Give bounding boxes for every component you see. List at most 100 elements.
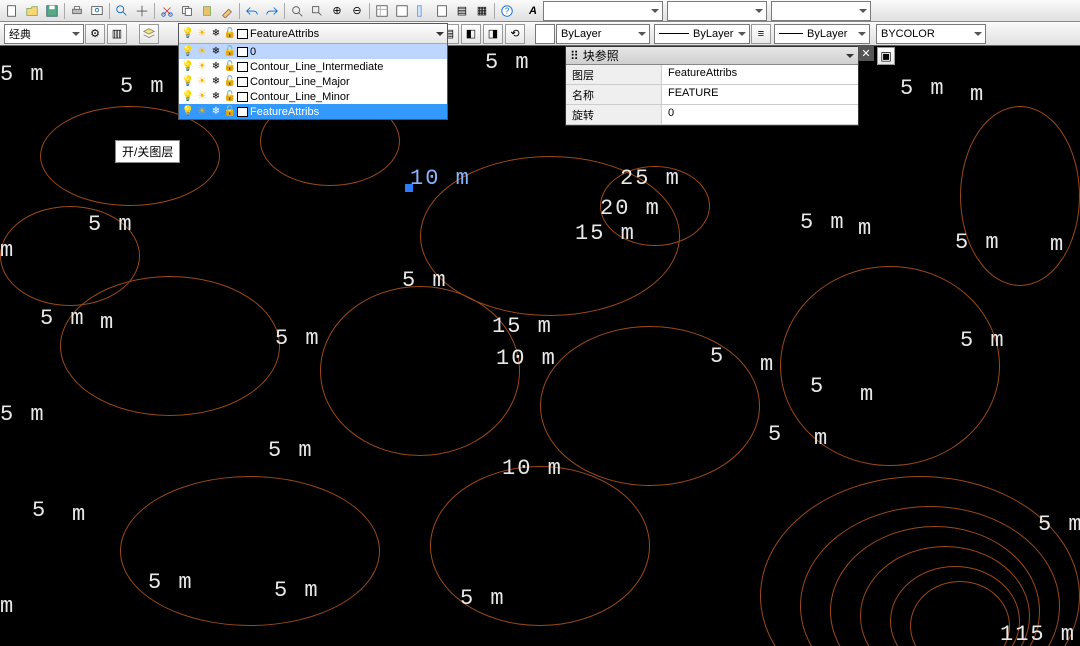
freeze-vp-icon[interactable]: ❄ <box>209 75 223 88</box>
property-value[interactable]: FEATURE <box>662 85 858 104</box>
contour-line[interactable] <box>320 286 520 456</box>
plot-preview-icon[interactable] <box>87 2 107 20</box>
elevation-label[interactable]: 5 <box>768 422 783 447</box>
workspace-lock-icon[interactable]: ▥ <box>107 24 127 44</box>
sun-icon[interactable]: ☀ <box>195 105 209 118</box>
elevation-label[interactable]: 5 m <box>800 210 846 235</box>
properties-icon[interactable] <box>372 2 392 20</box>
selection-grip[interactable] <box>405 184 413 192</box>
elevation-label[interactable]: 5 m <box>955 230 1001 255</box>
layer-dropdown[interactable]: 💡 ☀ ❄ 🔓 FeatureAttribs 💡☀❄🔓0💡☀❄🔓Contour_… <box>178 23 448 120</box>
lock-icon[interactable]: 🔓 <box>223 60 237 73</box>
color-swatch-header-icon[interactable] <box>237 29 248 39</box>
layer-states-icon[interactable]: ◧ <box>461 24 481 44</box>
color-swatch-icon[interactable] <box>237 92 248 102</box>
elevation-label[interactable]: m <box>72 502 87 527</box>
lock-icon[interactable]: 🔓 <box>223 45 237 58</box>
text-style-combo[interactable] <box>543 1 663 21</box>
workspace-settings-icon[interactable]: ⚙ <box>85 24 105 44</box>
zoom-window-icon[interactable] <box>307 2 327 20</box>
layer-row-Contour_Line_Intermediate[interactable]: 💡☀❄🔓Contour_Line_Intermediate <box>179 59 447 74</box>
bulb-icon[interactable]: 💡 <box>181 27 195 40</box>
elevation-label[interactable]: 115 m <box>1000 622 1076 646</box>
bulb-icon[interactable]: 💡 <box>181 45 195 58</box>
elevation-label[interactable]: 10 m <box>502 456 563 481</box>
layer-iso-icon[interactable]: ◨ <box>483 24 503 44</box>
contour-line[interactable] <box>540 326 760 486</box>
color-swatch-icon[interactable] <box>535 24 555 44</box>
color-swatch-icon[interactable] <box>237 77 248 87</box>
color-combo[interactable]: ByLayer <box>556 24 650 44</box>
match-props-icon[interactable] <box>217 2 237 20</box>
cut-icon[interactable] <box>157 2 177 20</box>
open-icon[interactable] <box>22 2 42 20</box>
sun-icon[interactable]: ☀ <box>195 90 209 103</box>
elevation-label[interactable]: 10 m <box>410 166 471 191</box>
elevation-label[interactable]: 5 m <box>960 328 1006 353</box>
zoom-extents-icon[interactable]: ⊕ <box>327 2 347 20</box>
elevation-label[interactable]: m <box>860 382 875 407</box>
elevation-label[interactable]: m <box>0 594 15 619</box>
color-swatch-icon[interactable] <box>237 47 248 57</box>
lock-icon[interactable]: 🔓 <box>223 75 237 88</box>
close-icon[interactable]: ✕ <box>858 45 874 61</box>
elevation-label[interactable]: 5 m <box>900 76 946 101</box>
elevation-label[interactable]: 5 m <box>275 326 321 351</box>
lineweight-combo[interactable]: ByLayer <box>774 24 870 44</box>
bulb-icon[interactable]: 💡 <box>181 105 195 118</box>
layer-prev-icon[interactable]: ⟲ <box>505 24 525 44</box>
freeze-vp-icon[interactable]: ❄ <box>209 90 223 103</box>
lock-icon[interactable]: 🔓 <box>223 90 237 103</box>
elevation-label[interactable]: 5 m <box>148 570 194 595</box>
sun-icon[interactable]: ☀ <box>195 45 209 58</box>
sun-icon[interactable]: ☀ <box>195 60 209 73</box>
layer-dropdown-header[interactable]: 💡 ☀ ❄ 🔓 FeatureAttribs <box>179 24 447 44</box>
undo-icon[interactable] <box>242 2 262 20</box>
elevation-label[interactable]: 5 m <box>485 50 531 75</box>
color-swatch-icon[interactable] <box>237 107 248 117</box>
layer-manager-icon[interactable] <box>139 24 159 44</box>
copy-icon[interactable] <box>177 2 197 20</box>
paste-icon[interactable] <box>197 2 217 20</box>
table-style-combo[interactable] <box>771 1 871 21</box>
freeze-vp-icon[interactable]: ❄ <box>209 105 223 118</box>
elevation-label[interactable]: 5 m <box>402 268 448 293</box>
elevation-label[interactable]: m <box>0 238 15 263</box>
elevation-label[interactable]: m <box>760 352 775 377</box>
dim-style-combo[interactable] <box>667 1 767 21</box>
elevation-label[interactable]: 5 m <box>120 74 166 99</box>
workspace-combo[interactable]: 经典 <box>4 24 84 44</box>
calc-icon[interactable]: ▦ <box>472 2 492 20</box>
elevation-label[interactable]: 5 <box>810 374 825 399</box>
elevation-label[interactable]: m <box>1050 232 1065 257</box>
sun-icon[interactable]: ☀ <box>195 75 209 88</box>
layer-row-Contour_Line_Major[interactable]: 💡☀❄🔓Contour_Line_Major <box>179 74 447 89</box>
properties-title-bar[interactable]: ⠿ 块参照 ▣ ✕ <box>566 47 858 65</box>
layer-row-FeatureAttribs[interactable]: 💡☀❄🔓FeatureAttribs <box>179 104 447 119</box>
plotstyle-combo[interactable]: BYCOLOR <box>876 24 986 44</box>
elevation-label[interactable]: m <box>970 82 985 107</box>
freeze-vp-icon[interactable]: ❄ <box>209 60 223 73</box>
tool-palette-icon[interactable] <box>412 2 432 20</box>
linetype-btn-icon[interactable]: ≡ <box>751 24 771 44</box>
contour-line[interactable] <box>120 476 380 626</box>
lock-icon[interactable]: 🔓 <box>223 105 237 118</box>
color-swatch-icon[interactable] <box>237 62 248 72</box>
text-style-icon[interactable]: A <box>523 2 543 20</box>
redo-icon[interactable] <box>262 2 282 20</box>
freeze-vp-icon[interactable]: ❄ <box>209 45 223 58</box>
search-icon[interactable] <box>112 2 132 20</box>
elevation-label[interactable]: 5 m <box>460 586 506 611</box>
elevation-label[interactable]: 5 m <box>268 438 314 463</box>
pan-icon[interactable] <box>132 2 152 20</box>
elevation-label[interactable]: m <box>814 426 829 451</box>
elevation-label[interactable]: m <box>858 216 873 241</box>
elevation-label[interactable]: 5 m <box>0 402 46 427</box>
bulb-icon[interactable]: 💡 <box>181 75 195 88</box>
bulb-icon[interactable]: 💡 <box>181 60 195 73</box>
elevation-label[interactable]: 15 m <box>575 221 636 246</box>
new-icon[interactable] <box>2 2 22 20</box>
elevation-label[interactable]: 10 m <box>496 346 557 371</box>
elevation-label[interactable]: 5 m <box>274 578 320 603</box>
linetype-combo[interactable]: ByLayer <box>654 24 750 44</box>
